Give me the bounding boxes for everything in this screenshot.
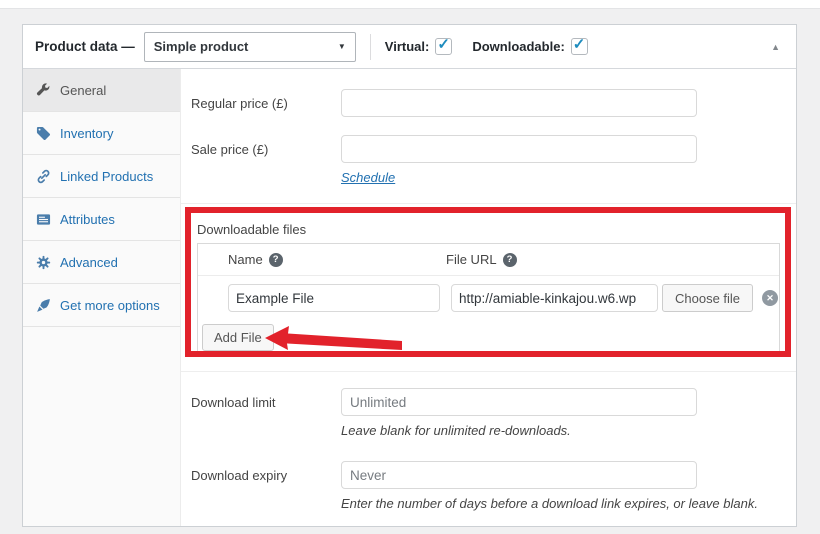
header-divider <box>369 33 371 60</box>
help-icon[interactable]: ? <box>268 252 283 267</box>
general-tab-content: Regular price (£) Sale price (£) Schedul… <box>181 69 796 526</box>
check-icon: ✓ <box>437 36 450 53</box>
tab-general[interactable]: General <box>23 69 180 112</box>
tab-label: Attributes <box>60 211 115 227</box>
downloadable-files-section: Downloadable files Name ? File URL ? Exa… <box>181 204 796 372</box>
tab-attributes[interactable]: Attributes <box>23 198 180 241</box>
download-limit-label: Download limit <box>191 394 276 410</box>
virtual-checkbox[interactable]: ✓ <box>435 36 453 55</box>
downloadable-files-label: Downloadable files <box>197 222 307 237</box>
tab-inventory[interactable]: Inventory <box>23 112 180 155</box>
tab-get-more-options[interactable]: Get more options <box>23 284 180 327</box>
tab-linked-products[interactable]: Linked Products <box>23 155 180 198</box>
download-expiry-help: Enter the number of days before a downlo… <box>341 496 758 511</box>
top-page-divider <box>0 0 820 9</box>
schedule-link[interactable]: Schedule <box>341 170 395 185</box>
regular-price-label: Regular price (£) <box>191 95 288 111</box>
virtual-label: Virtual: <box>384 39 430 54</box>
product-data-header: Product data — Simple product ▼ Virtual:… <box>23 25 796 69</box>
delete-file-icon[interactable]: ✕ <box>762 290 779 306</box>
product-type-selected-value: Simple product <box>153 39 249 54</box>
file-row: Choose file ✕ <box>198 276 779 320</box>
list-card-icon <box>36 213 51 225</box>
file-table-header: Name ? File URL ? <box>198 244 779 276</box>
downloadable-checkbox[interactable]: ✓ <box>570 36 588 55</box>
add-file-button[interactable]: Add File <box>202 324 274 351</box>
product-type-select[interactable]: Simple product ▼ <box>143 31 356 62</box>
file-url-input[interactable] <box>451 284 658 312</box>
download-limit-input[interactable] <box>341 388 697 416</box>
tag-icon <box>36 126 51 140</box>
select-caret-icon: ▼ <box>337 42 346 51</box>
product-data-tabs: General Inventory Linked Products Attrib… <box>23 69 181 526</box>
download-limits-section: Download limit Leave blank for unlimited… <box>181 372 796 511</box>
downloadable-files-table: Name ? File URL ? Example File http://am… <box>197 243 780 357</box>
sale-price-input[interactable] <box>341 135 697 163</box>
help-icon[interactable]: ? <box>502 252 517 267</box>
pen-icon <box>37 298 50 312</box>
file-url-column-header: File URL <box>446 252 497 267</box>
choose-file-button[interactable]: Choose file <box>662 284 754 312</box>
sale-price-label: Sale price (£) <box>191 141 269 157</box>
name-column-header: Name <box>228 252 263 267</box>
wrench-icon <box>36 82 50 95</box>
tab-advanced[interactable]: Advanced <box>23 241 180 284</box>
tab-label: Linked Products <box>60 168 154 184</box>
check-icon: ✓ <box>572 36 586 53</box>
download-limit-help: Leave blank for unlimited re-downloads. <box>341 423 571 438</box>
file-name-input[interactable] <box>228 284 440 312</box>
tab-label: Inventory <box>60 125 114 141</box>
product-data-panel: Product data — Simple product ▼ Virtual:… <box>22 24 797 527</box>
download-expiry-input[interactable] <box>341 461 697 489</box>
regular-price-input[interactable] <box>341 89 697 117</box>
gear-icon <box>36 255 51 269</box>
link-icon <box>37 169 50 183</box>
tab-label: General <box>60 82 107 98</box>
download-expiry-label: Download expiry <box>191 467 288 483</box>
collapse-panel-toggle[interactable]: ▲ <box>767 38 784 56</box>
panel-title: Product data — <box>35 39 135 54</box>
tab-label: Advanced <box>60 254 118 270</box>
pricing-section: Regular price (£) Sale price (£) Schedul… <box>181 69 796 204</box>
downloadable-label: Downloadable: <box>472 39 565 54</box>
tab-label: Get more options <box>60 297 160 313</box>
